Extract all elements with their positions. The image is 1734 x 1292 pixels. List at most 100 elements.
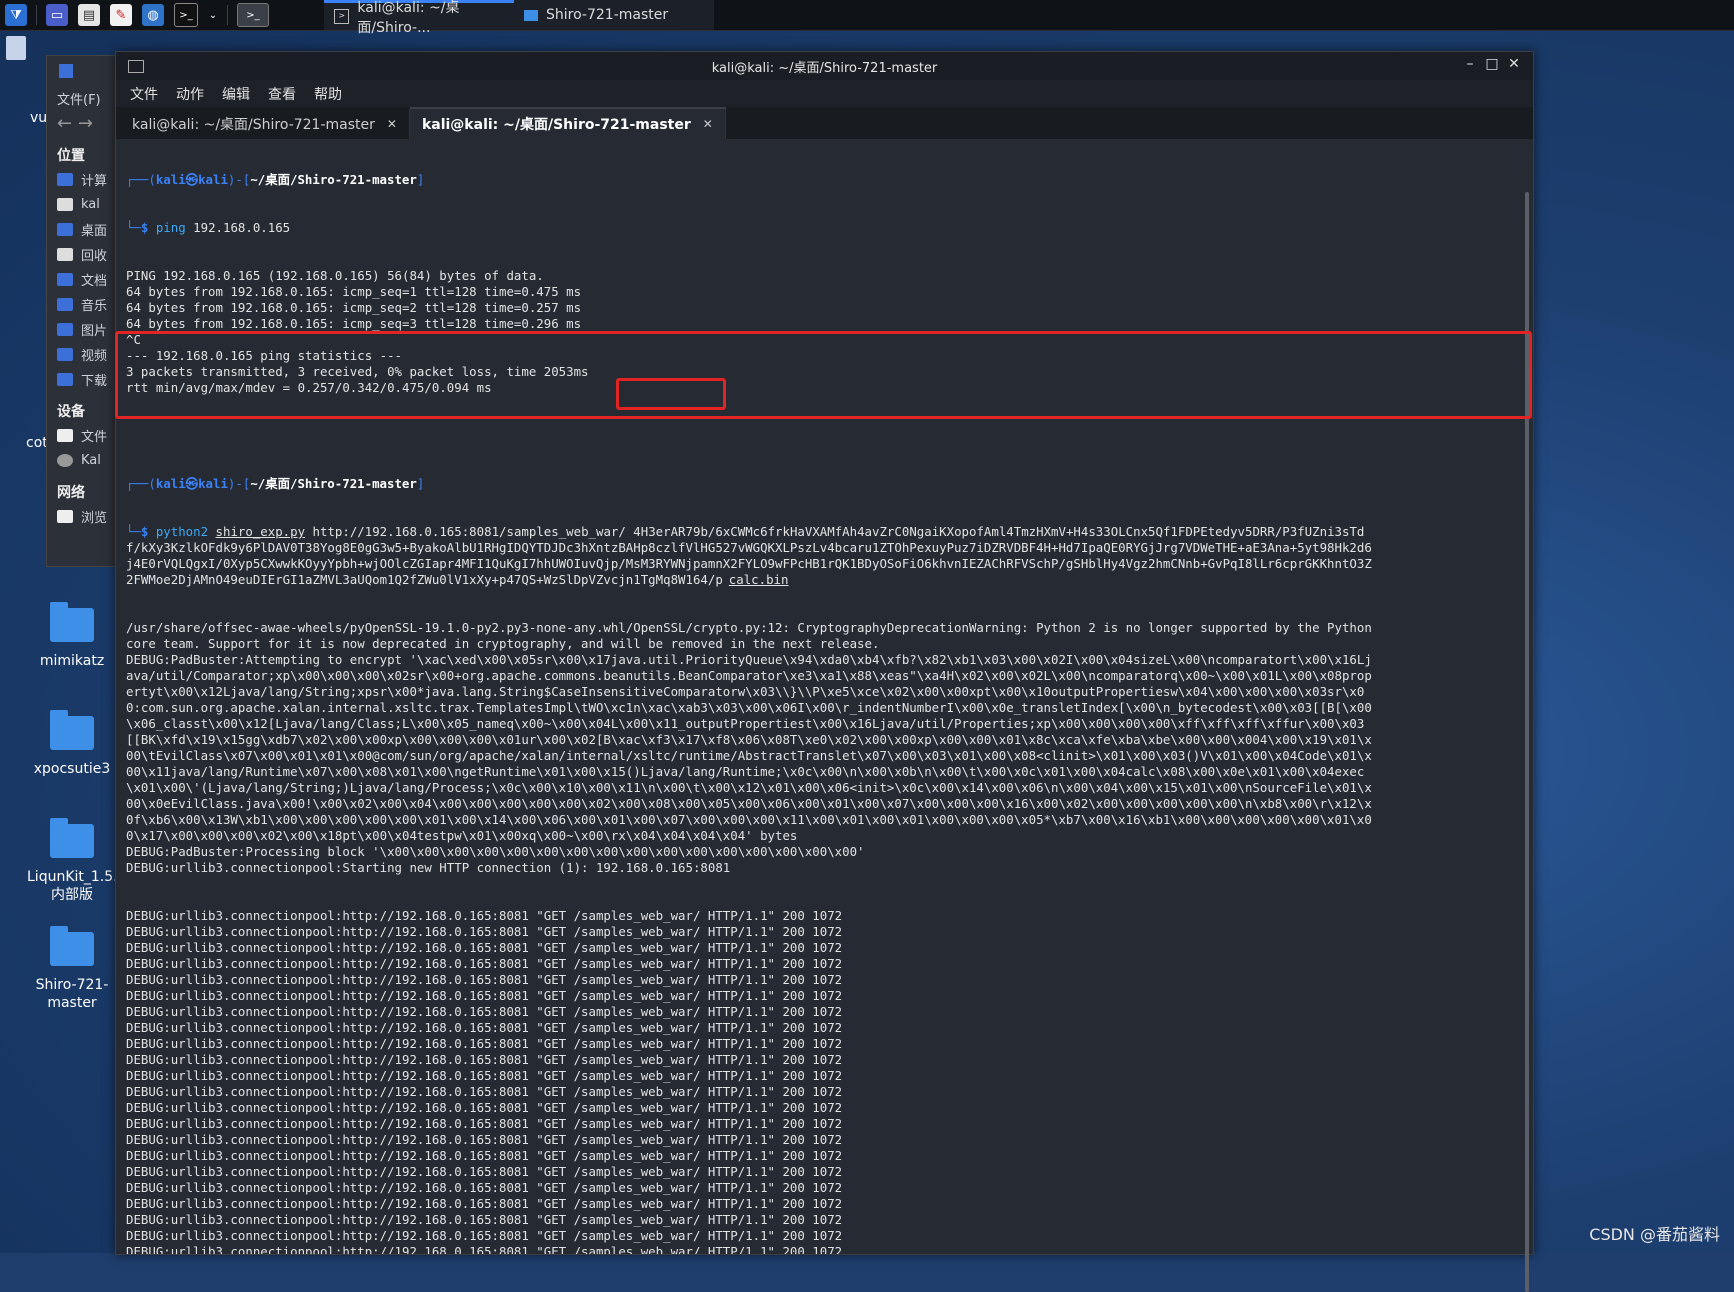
output-block: DEBUG:urllib3.connectionpool:Starting ne… <box>126 860 731 875</box>
menu-edit[interactable]: 编辑 <box>222 84 250 104</box>
request-line: DEBUG:urllib3.connectionpool:http://192.… <box>126 1036 843 1051</box>
request-line: DEBUG:urllib3.connectionpool:http://192.… <box>126 1132 843 1147</box>
desktop-icon-label: mimikatz <box>39 653 105 669</box>
tab-close-icon[interactable]: ✕ <box>387 117 397 131</box>
place-label: 音乐 <box>81 299 108 314</box>
output-line: PING 192.168.0.165 (192.168.0.165) 56(84… <box>126 268 544 283</box>
documents-icon <box>57 273 73 286</box>
request-line: DEBUG:urllib3.connectionpool:http://192.… <box>126 956 843 971</box>
request-line: DEBUG:urllib3.connectionpool:http://192.… <box>126 908 843 923</box>
minimize-icon[interactable]: – <box>1459 56 1481 72</box>
request-line: DEBUG:urllib3.connectionpool:http://192.… <box>126 940 843 955</box>
request-line: DEBUG:urllib3.connectionpool:http://192.… <box>126 1020 843 1035</box>
highlight-command-box <box>115 331 1532 419</box>
tab-1[interactable]: kali@kali: ~/桌面/Shiro-721-master ✕ <box>120 109 410 139</box>
task-label: Shiro-721-master <box>546 7 669 23</box>
request-line: DEBUG:urllib3.connectionpool:http://192.… <box>126 924 843 939</box>
terminal-menubar: 文件 动作 编辑 查看 帮助 <box>116 80 1533 107</box>
file-manager-icon[interactable]: ▤ <box>78 4 100 26</box>
terminal-output[interactable]: ┌──(kali㉿kali)-[~/桌面/Shiro-721-master] └… <box>126 140 1513 1254</box>
window-title: kali@kali: ~/桌面/Shiro-721-master <box>711 60 938 76</box>
highlight-payload-box <box>616 378 726 410</box>
menu-file[interactable]: 文件 <box>130 84 158 104</box>
desktop-icon-label: LiqunKit_1.5.2内部版 <box>27 869 127 903</box>
desktop-folder-mimikatz[interactable]: mimikatz <box>22 602 122 670</box>
tab-2[interactable]: kali@kali: ~/桌面/Shiro-721-master ✕ <box>409 107 726 139</box>
output-line: 64 bytes from 192.168.0.165: icmp_seq=2 … <box>126 300 582 315</box>
forward-arrow-icon[interactable]: → <box>78 113 93 134</box>
desktop-folder-xpocsutie3[interactable]: xpocsutie3 <box>22 710 122 778</box>
maximize-icon[interactable]: □ <box>1481 56 1503 72</box>
menu-help[interactable]: 帮助 <box>314 84 342 104</box>
script-name: shiro_exp.py <box>215 524 306 539</box>
request-line: DEBUG:urllib3.connectionpool:http://192.… <box>126 1212 843 1227</box>
request-line: DEBUG:urllib3.connectionpool:http://192.… <box>126 988 843 1003</box>
drive-icon <box>57 429 73 442</box>
tab-close-icon[interactable]: ✕ <box>703 117 713 131</box>
place-label: 下载 <box>81 374 108 389</box>
output-block: DEBUG:PadBuster:Processing block '\x00\x… <box>126 844 865 859</box>
task-terminal[interactable]: > kali@kali: ~/桌面/Shiro-... <box>324 0 514 36</box>
videos-icon <box>57 348 73 361</box>
request-line: DEBUG:urllib3.connectionpool:http://192.… <box>126 1100 843 1115</box>
desktop-folder-liqunkit[interactable]: LiqunKit_1.5.2内部版 <box>22 818 127 904</box>
request-log: DEBUG:urllib3.connectionpool:http://192.… <box>126 908 1513 1254</box>
desktop-folder-shiro[interactable]: Shiro-721-master <box>22 926 122 1012</box>
request-line: DEBUG:urllib3.connectionpool:http://192.… <box>126 1004 843 1019</box>
file-manager-titlebar-icon <box>59 64 73 78</box>
terminal-tabs: kali@kali: ~/桌面/Shiro-721-master ✕ kali@… <box>116 107 1533 139</box>
close-icon[interactable]: ✕ <box>1503 56 1525 72</box>
request-line: DEBUG:urllib3.connectionpool:http://192.… <box>126 1084 843 1099</box>
terminal-titlebar[interactable]: kali@kali: ~/桌面/Shiro-721-master – □ ✕ <box>116 52 1533 80</box>
place-label: 图片 <box>81 324 108 339</box>
back-arrow-icon[interactable]: ← <box>57 113 72 134</box>
command-arg: 192.168.0.165 <box>193 220 291 235</box>
network-icon <box>57 510 73 523</box>
request-line: DEBUG:urllib3.connectionpool:http://192.… <box>126 1180 843 1195</box>
request-line: DEBUG:urllib3.connectionpool:http://192.… <box>126 1164 843 1179</box>
browser-icon[interactable]: ◍ <box>142 4 164 26</box>
output-line: 64 bytes from 192.168.0.165: icmp_seq=1 … <box>126 284 582 299</box>
exploit-command: └─$ python2 shiro_exp.py http://192.168.… <box>126 524 1372 587</box>
desktop-icon-label: Shiro-721-master <box>35 977 109 1011</box>
watermark: CSDN @番茄酱料 <box>1589 1225 1720 1244</box>
tab-label: kali@kali: ~/桌面/Shiro-721-master <box>421 117 691 133</box>
menu-view[interactable]: 查看 <box>268 84 296 104</box>
chevron-down-icon[interactable]: ⌄ <box>208 4 218 26</box>
terminal-launcher-icon[interactable]: >_ <box>174 3 198 27</box>
folder-icon <box>50 926 94 966</box>
computer-icon <box>57 173 73 186</box>
text-editor-icon[interactable]: ✎ <box>110 4 132 26</box>
command-name: python2 <box>155 524 209 539</box>
exploit-output: /usr/share/offsec-awae-wheels/pyOpenSSL-… <box>126 620 1377 876</box>
workspace-terminal-icon[interactable]: >_ <box>237 3 269 27</box>
prompt-line-2: ┌──(kali㉿kali)-[~/桌面/Shiro-721-master] <box>126 476 425 491</box>
prompt-user: kali㉿kali <box>155 476 228 491</box>
output-block: /usr/share/offsec-awae-wheels/pyOpenSSL-… <box>126 620 1380 651</box>
terminal-window: kali@kali: ~/桌面/Shiro-721-master – □ ✕ 文… <box>115 51 1534 1292</box>
place-label: 文档 <box>81 274 108 289</box>
desktop-edge-label: vu <box>30 110 48 126</box>
menu-action[interactable]: 动作 <box>176 84 204 104</box>
desktop-icon-label: xpocsutie3 <box>33 761 111 777</box>
command-name: ping <box>155 220 186 235</box>
payload-file: calc.bin <box>728 572 789 587</box>
output-block: DEBUG:PadBuster:Attempting to encrypt '\… <box>126 652 1372 843</box>
home-icon <box>57 198 73 211</box>
kali-menu-icon[interactable]: ⧩ <box>5 4 27 26</box>
disc-icon <box>57 454 73 467</box>
request-line: DEBUG:urllib3.connectionpool:http://192.… <box>126 1228 843 1243</box>
prompt-dir: ~/桌面/Shiro-721-master <box>250 476 417 491</box>
network-label: 浏览 <box>81 511 108 526</box>
place-label: 视频 <box>81 349 108 364</box>
task-folder[interactable]: Shiro-721-master <box>514 0 714 30</box>
task-label: kali@kali: ~/桌面/Shiro-... <box>357 0 460 36</box>
request-line: DEBUG:urllib3.connectionpool:http://192.… <box>126 1052 843 1067</box>
request-line: DEBUG:urllib3.connectionpool:http://192.… <box>126 1116 843 1131</box>
show-desktop-icon[interactable]: ▭ <box>46 4 68 26</box>
request-line: DEBUG:urllib3.connectionpool:http://192.… <box>126 972 843 987</box>
request-line: DEBUG:urllib3.connectionpool:http://192.… <box>126 1068 843 1083</box>
desktop-edge-icon[interactable] <box>6 36 26 60</box>
desktop-edge-label: cot <box>26 435 48 451</box>
tab-label: kali@kali: ~/桌面/Shiro-721-master <box>132 117 375 133</box>
